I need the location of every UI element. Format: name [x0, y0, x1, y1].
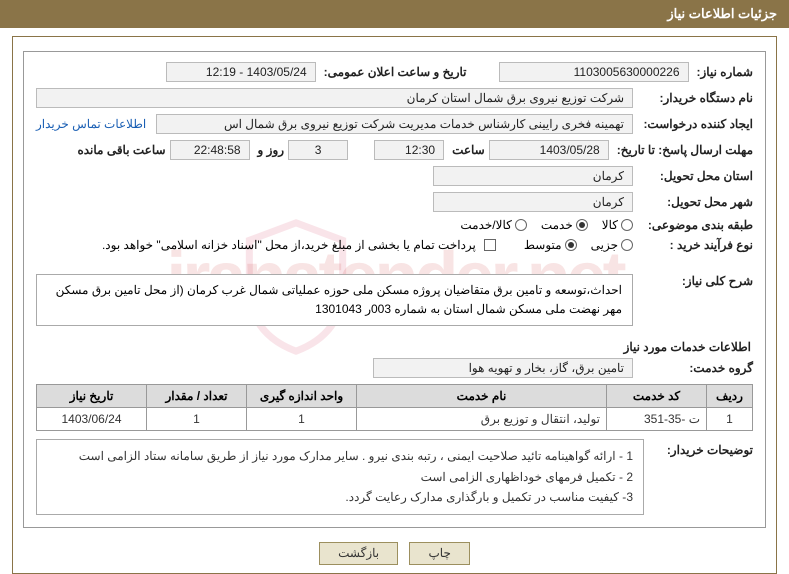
th-unit: واحد اندازه گیری — [247, 385, 357, 408]
deadline-time-value: 12:30 — [374, 140, 444, 160]
province-value: کرمان — [433, 166, 633, 186]
city-value: کرمان — [433, 192, 633, 212]
deadline-label: مهلت ارسال پاسخ: تا تاریخ: — [617, 143, 753, 157]
radio-jozi-label: جزیی — [591, 238, 618, 252]
radio-kalakhedmat-label: کالا/خدمت — [460, 218, 511, 232]
process-type-label: نوع فرآیند خرید : — [641, 238, 753, 252]
note-line-2: 2 - تکمیل فرمهای خوداظهاری الزامی است — [47, 467, 633, 487]
need-number-value: 1103005630000226 — [499, 62, 689, 82]
general-desc-label: شرح کلی نیاز: — [641, 274, 753, 288]
need-number-label: شماره نیاز: — [697, 65, 753, 79]
buyer-notes-label: توضیحات خریدار: — [648, 443, 753, 457]
buyer-org-value: شرکت توزیع نیروی برق شمال استان کرمان — [36, 88, 633, 108]
city-label: شهر محل تحویل: — [641, 195, 753, 209]
service-group-value: تامین برق، گاز، بخار و تهویه هوا — [373, 358, 633, 378]
button-row: چاپ بازگشت — [23, 534, 766, 565]
remaining-time-value: 22:48:58 — [170, 140, 250, 160]
th-row: ردیف — [707, 385, 753, 408]
radio-jozi[interactable] — [621, 239, 633, 251]
announce-datetime-label: تاریخ و ساعت اعلان عمومی: — [324, 65, 467, 79]
cell-code: ت -35-351 — [607, 408, 707, 431]
print-button[interactable]: چاپ — [409, 542, 469, 565]
province-label: استان محل تحویل: — [641, 169, 753, 183]
radio-kala-label: کالا — [602, 218, 618, 232]
note-line-1: 1 - ارائه گواهینامه تائید صلاحیت ایمنی ،… — [47, 446, 633, 466]
remaining-days-value: 3 — [288, 140, 348, 160]
radio-kala[interactable] — [621, 219, 633, 231]
note-line-3: 3- کیفیت مناسب در تکمیل و بارگذاری مدارک… — [47, 487, 633, 507]
back-button[interactable]: بازگشت — [319, 542, 398, 565]
radio-khedmat-label: خدمت — [541, 218, 573, 232]
table-row: 1 ت -35-351 تولید، انتقال و توزیع برق 1 … — [37, 408, 753, 431]
radio-khedmat[interactable] — [576, 219, 588, 231]
treasury-checkbox[interactable] — [484, 239, 496, 251]
treasury-note-text: پرداخت تمام یا بخشی از مبلغ خرید،از محل … — [102, 238, 476, 252]
time-word-label: ساعت — [452, 143, 485, 157]
cell-unit: 1 — [247, 408, 357, 431]
days-and-label: روز و — [258, 143, 285, 157]
requester-label: ایجاد کننده درخواست: — [641, 117, 753, 131]
announce-datetime-value: 1403/05/24 - 12:19 — [166, 62, 316, 82]
cell-row: 1 — [707, 408, 753, 431]
details-panel: شماره نیاز: 1103005630000226 تاریخ و ساع… — [23, 51, 766, 528]
cell-qty: 1 — [147, 408, 247, 431]
radio-motavaset-label: متوسط — [524, 238, 562, 252]
subject-class-radio-group: کالا خدمت کالا/خدمت — [460, 218, 633, 232]
th-qty: تعداد / مقدار — [147, 385, 247, 408]
buyer-contact-link[interactable]: اطلاعات تماس خریدار — [36, 117, 146, 131]
th-name: نام خدمت — [357, 385, 607, 408]
cell-date: 1403/06/24 — [37, 408, 147, 431]
general-desc-value: احداث،توسعه و تامین برق متقاضیان پروژه م… — [36, 274, 633, 326]
subject-class-label: طبقه بندی موضوعی: — [641, 218, 753, 232]
services-info-heading: اطلاعات خدمات مورد نیاز — [38, 340, 751, 354]
buyer-notes-box: 1 - ارائه گواهینامه تائید صلاحیت ایمنی ،… — [36, 439, 644, 514]
services-table: ردیف کد خدمت نام خدمت واحد اندازه گیری ت… — [36, 384, 753, 431]
cell-name: تولید، انتقال و توزیع برق — [357, 408, 607, 431]
th-code: کد خدمت — [607, 385, 707, 408]
page-title: جزئیات اطلاعات نیاز — [0, 0, 789, 28]
process-type-radio-group: جزیی متوسط — [524, 238, 633, 252]
main-frame: iranatender.net شماره نیاز: 110300563000… — [12, 36, 777, 574]
th-date: تاریخ نیاز — [37, 385, 147, 408]
deadline-date-value: 1403/05/28 — [489, 140, 609, 160]
remaining-label: ساعت باقی مانده — [77, 143, 165, 157]
radio-motavaset[interactable] — [565, 239, 577, 251]
radio-kalakhedmat[interactable] — [515, 219, 527, 231]
requester-value: تهمینه فخری رایینی کارشناس خدمات مدیریت … — [156, 114, 633, 134]
buyer-org-label: نام دستگاه خریدار: — [641, 91, 753, 105]
service-group-label: گروه خدمت: — [641, 361, 753, 375]
